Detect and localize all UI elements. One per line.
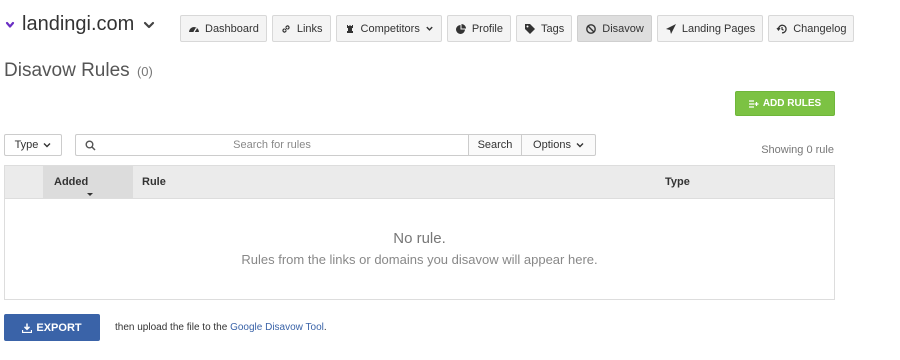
search-input[interactable]	[96, 135, 468, 155]
nav-label: Profile	[471, 22, 503, 35]
site-selector[interactable]: landingi.com	[4, 13, 156, 36]
nav-label: Competitors	[360, 22, 420, 35]
google-disavow-tool-link[interactable]: Google Disavow Tool	[230, 322, 324, 333]
nav-dashboard[interactable]: Dashboard	[180, 15, 267, 42]
heart-icon	[5, 21, 15, 28]
options-dropdown[interactable]: Options	[521, 134, 596, 156]
chevron-down-icon	[576, 143, 584, 148]
table-header: Added Rule Type	[5, 166, 834, 199]
nav-label: Dashboard	[205, 22, 259, 35]
link-icon	[282, 24, 290, 33]
nav-links[interactable]: Links	[271, 15, 331, 42]
export-note-prefix: then upload the file to the	[115, 322, 231, 333]
nav-profile[interactable]: Profile	[446, 15, 511, 42]
nav-competitors[interactable]: Competitors	[335, 15, 442, 42]
ban-icon	[586, 23, 597, 34]
tag-icon	[525, 23, 535, 34]
chevron-down-icon	[43, 143, 51, 148]
export-note-suffix: .	[323, 322, 327, 333]
nav-disavow[interactable]: Disavow	[577, 15, 652, 42]
column-header-added[interactable]: Added	[43, 166, 133, 198]
type-filter-dropdown[interactable]: Type	[4, 134, 62, 156]
empty-state-subtitle: Rules from the links or domains you disa…	[241, 252, 598, 267]
rules-table: Added Rule Type No rule. Rules from the …	[4, 165, 835, 300]
options-label: Options	[533, 139, 571, 151]
column-header-type[interactable]: Type	[665, 176, 690, 188]
history-icon	[776, 24, 787, 33]
nav-label: Changelog	[793, 22, 847, 35]
search-icon	[85, 140, 96, 151]
export-note: then upload the file to the Google Disav…	[115, 322, 327, 333]
search-button-label: Search	[477, 139, 513, 151]
nav-label: Tags	[541, 22, 565, 35]
add-rules-label: ADD RULES	[762, 98, 822, 109]
list-add-icon	[748, 99, 759, 108]
showing-count: Showing 0 rule	[761, 144, 834, 156]
sort-desc-icon	[87, 193, 93, 196]
column-header-rule[interactable]: Rule	[142, 176, 166, 188]
main-nav: Dashboard Links Competitors Profile Tags…	[180, 15, 855, 42]
site-name: landingi.com	[22, 13, 135, 35]
search-button[interactable]: Search	[468, 134, 522, 156]
send-icon	[665, 23, 676, 34]
add-rules-button[interactable]: ADD RULES	[735, 91, 835, 116]
chevron-down-icon	[144, 21, 155, 28]
pie-chart-icon	[455, 23, 466, 34]
type-filter-label: Type	[14, 139, 39, 151]
nav-changelog[interactable]: Changelog	[768, 15, 855, 42]
nav-label: Disavow	[602, 22, 644, 35]
nav-tags[interactable]: Tags	[516, 15, 573, 42]
nav-label: Landing Pages	[681, 22, 756, 35]
page-title-text: Disavow Rules	[4, 60, 130, 81]
rule-count: (0)	[136, 64, 153, 79]
nav-label: Links	[296, 22, 323, 35]
column-label: Added	[54, 176, 89, 188]
rook-icon	[346, 24, 353, 33]
export-label: EXPORT	[36, 321, 82, 334]
chevron-down-icon	[426, 26, 433, 31]
nav-landing-pages[interactable]: Landing Pages	[656, 15, 764, 42]
page-title: Disavow Rules (0)	[4, 60, 153, 82]
empty-state-title: No rule.	[393, 230, 446, 247]
export-button[interactable]: EXPORT	[4, 314, 100, 341]
search-box	[75, 134, 468, 156]
dashboard-icon	[189, 26, 199, 32]
download-icon	[22, 323, 33, 333]
